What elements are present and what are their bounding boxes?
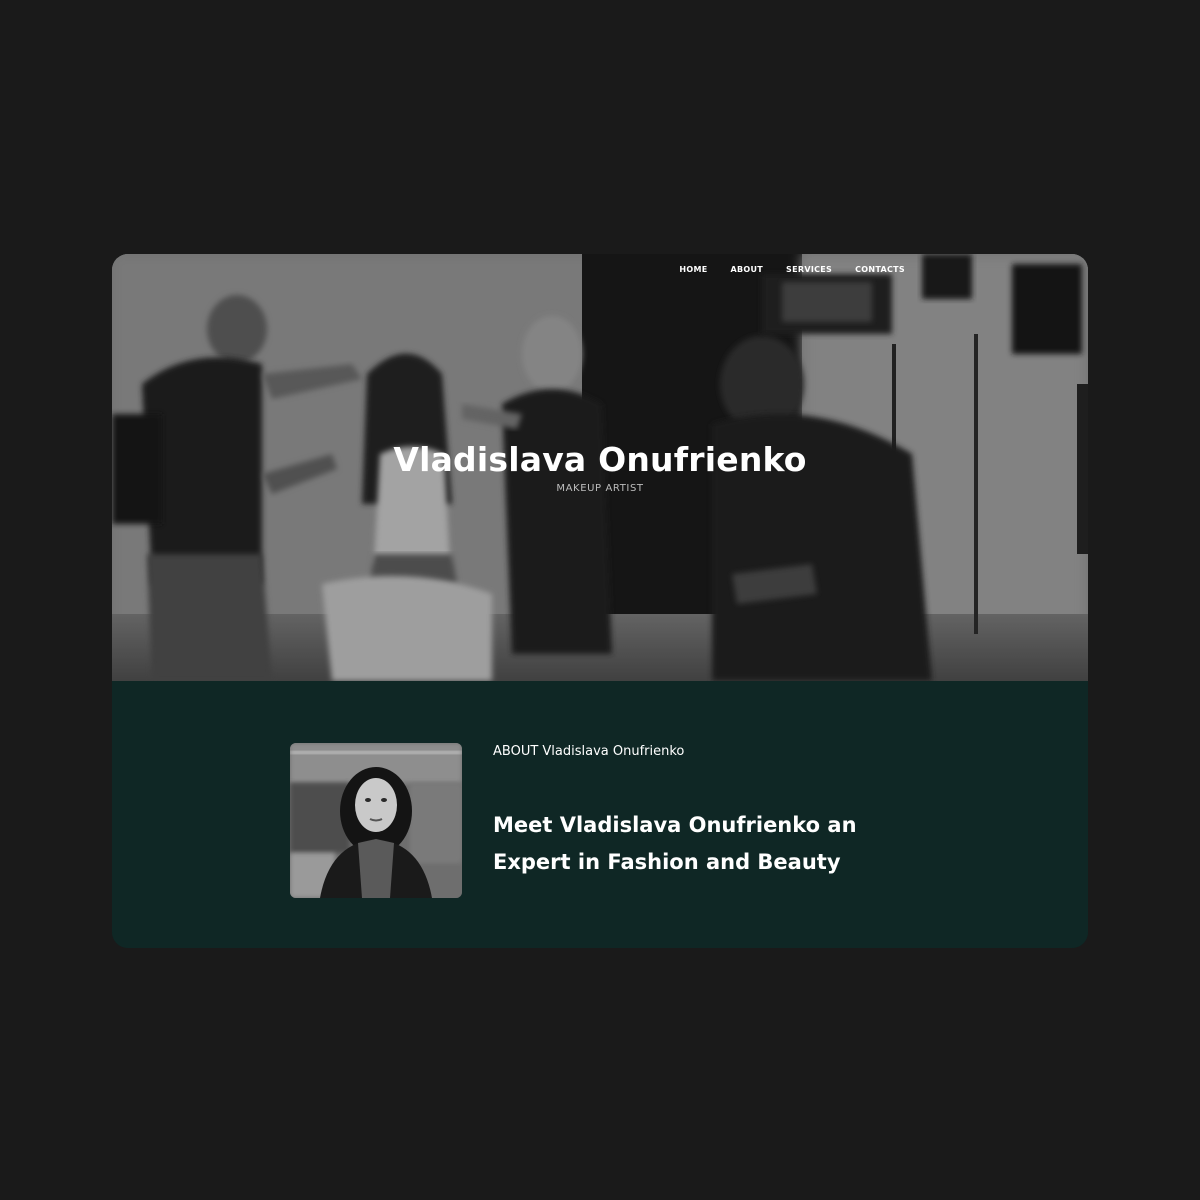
nav-services[interactable]: SERVICES xyxy=(786,265,832,275)
portrait-photo xyxy=(290,743,462,898)
about-section: ABOUT Vladislava Onufrienko Meet Vladisl… xyxy=(112,681,1088,948)
hero-title: Vladislava Onufrienko xyxy=(393,440,807,479)
about-heading: Meet Vladislava Onufrienko an Expert in … xyxy=(493,813,857,874)
nav-home[interactable]: HOME xyxy=(679,265,707,275)
hero-section: HOME ABOUT SERVICES CONTACTS Vladislava … xyxy=(112,254,1088,681)
nav-contacts[interactable]: CONTACTS xyxy=(855,265,905,275)
nav-about[interactable]: ABOUT xyxy=(731,265,764,275)
website-preview: HOME ABOUT SERVICES CONTACTS Vladislava … xyxy=(112,254,1088,948)
page-background: HOME ABOUT SERVICES CONTACTS Vladislava … xyxy=(0,0,1200,1200)
about-label: ABOUT Vladislava Onufrienko xyxy=(493,744,685,759)
main-navigation: HOME ABOUT SERVICES CONTACTS xyxy=(679,265,905,275)
hero-subtitle: MAKEUP ARTIST xyxy=(556,483,644,494)
